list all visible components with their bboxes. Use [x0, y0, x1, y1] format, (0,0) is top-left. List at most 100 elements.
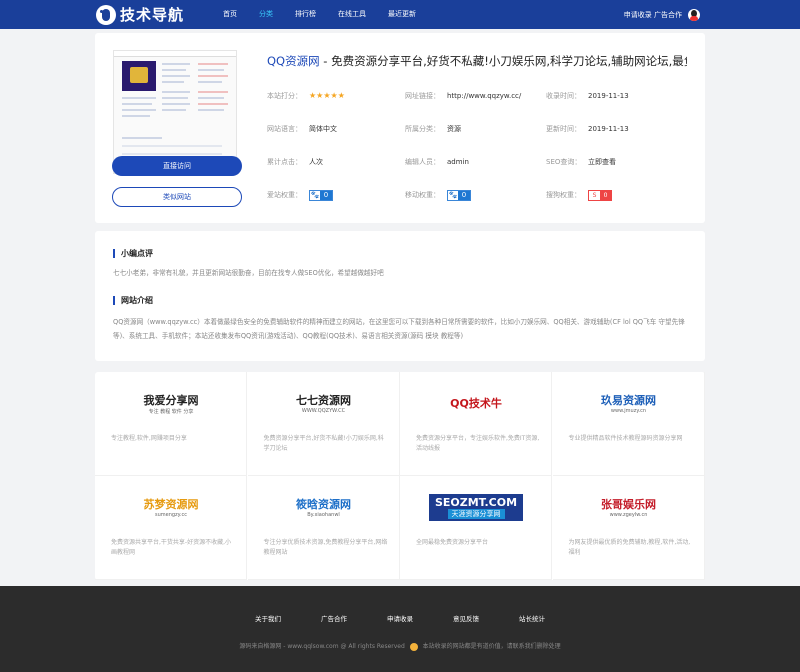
info-label: 网站语言： [267, 125, 302, 133]
related-logo-text: 七七资源网 [296, 394, 351, 407]
info-label: 收录时间： [546, 92, 581, 100]
weight-value: 0 [320, 191, 332, 200]
site-logo[interactable]: 技术导航 [96, 4, 184, 25]
apply-ad-link[interactable]: 申请收录 广告合作 [624, 10, 682, 20]
info-label: 爱站权重： [267, 191, 302, 199]
footer-link-1[interactable]: 广告合作 [321, 613, 347, 623]
related-site-logo: 张哥娱乐网 www.zgeylw.cn [553, 476, 705, 538]
sogou-weight-badge: S0 [588, 189, 612, 201]
main-nav: 首页 分类 排行榜 在线工具 最近更新 [215, 0, 430, 29]
logo-text: 技术导航 [120, 6, 185, 24]
copyright-text: 源码来自格源网 - www.qqlsow.com @ All rights Re… [239, 643, 405, 650]
nav-item-3[interactable]: 在线工具 [330, 0, 374, 29]
related-site-logo: 筱晗资源网 By.xiaohanwl [248, 476, 400, 538]
related-logo-text: 我爱分享网 [143, 393, 199, 407]
info-label: 搜狗权重： [546, 191, 581, 199]
visit-site-button[interactable]: 直接访问 [112, 156, 242, 176]
related-site-desc: 免费资源分享平台,好货不私藏!小刀娱乐网,科学刀论坛 [263, 435, 384, 452]
related-logo-sub: WWW.QQZYW.CC [301, 408, 346, 414]
related-logo-text: 筱晗资源网 [296, 498, 351, 511]
related-site-tile[interactable]: 苏梦资源网 sumengzy.cc 免费资源共享平台,干货共享-好资源不收藏,小… [95, 476, 247, 580]
related-site-tile[interactable]: 我爱分享网 专注 教程 软件 分享 专注教程,软件,网赚项目分享 [95, 372, 247, 476]
site-name[interactable]: QQ资源网 [267, 54, 320, 68]
sogou-icon: S [589, 191, 600, 200]
nav-item-2[interactable]: 排行榜 [287, 0, 324, 29]
site-detail-card: 直接访问 类似网站 QQ资源网 - 免费资源分享平台,好货不私藏!小刀娱乐网,科… [95, 33, 705, 223]
related-site-logo: QQ技术牛 [400, 372, 552, 434]
footer-link-0[interactable]: 关于我们 [255, 613, 281, 623]
footer-link-3[interactable]: 意见反馈 [453, 613, 479, 623]
top-navbar: 技术导航 首页 分类 排行榜 在线工具 最近更新 申请收录 广告合作 [0, 0, 800, 29]
info-label: 移动权重： [405, 191, 440, 199]
related-site-desc: 免费资源分享平台，专注娱乐软件,免费IT资源,活动线报 [416, 435, 540, 452]
related-site-logo: SEOZMT.COM 天涯资源分享网 [400, 476, 552, 538]
related-logo-text: 玖易资源网 [601, 394, 656, 407]
related-site-logo: 苏梦资源网 sumengzy.cc [95, 476, 247, 538]
related-site-desc: 全网最稳免费资源分享平台 [416, 539, 489, 546]
footer-link-4[interactable]: 站长统计 [519, 613, 545, 623]
related-site-logo: 我爱分享网 专注 教程 软件 分享 [95, 372, 247, 434]
editor-review-text: 七七小老弟，非常有礼貌，并且更新网站很勤奋，目前在找专人做SEO优化，希望越做越… [113, 269, 384, 277]
related-site-tile[interactable]: SEOZMT.COM 天涯资源分享网 全网最稳免费资源分享平台 [400, 476, 552, 580]
related-site-tile[interactable]: 张哥娱乐网 www.zgeylw.cn 为网友提供最优质的免费辅助,教程,软件,… [552, 476, 705, 580]
info-label: 本站打分： [267, 92, 302, 100]
info-row: 累计点击： 人次 编辑人员： admin SEO查询： 立即查看 [267, 156, 697, 168]
copyright: 源码来自格源网 - www.qqlsow.com @ All rights Re… [0, 641, 800, 651]
site-intro-title: 网站介绍 [113, 296, 153, 305]
info-value: 简体中文 [309, 125, 337, 133]
related-site-tile[interactable]: 筱晗资源网 By.xiaohanwl 专注分享优质技术资源,免费教程分享平台,网… [247, 476, 400, 580]
site-title: QQ资源网 - 免费资源分享平台,好货不私藏!小刀娱乐网,科学刀论坛,辅助网论坛… [267, 53, 687, 69]
related-sites-grid: 我爱分享网 专注 教程 软件 分享 专注教程,软件,网赚项目分享 七七资源网 W… [95, 372, 705, 580]
info-value: 资源 [447, 125, 461, 133]
weight-badge: 🐾 0 [309, 189, 333, 201]
footer-links: 关于我们 广告合作 申请收录 意见反馈 站长统计 [0, 613, 800, 623]
info-value[interactable]: 立即查看 [588, 156, 616, 168]
info-label: SEO查询： [546, 158, 582, 166]
footer: 关于我们 广告合作 申请收录 意见反馈 站长统计 源码来自格源网 - www.qqlso… [0, 586, 800, 672]
paw-icon: 🐾 [448, 191, 458, 200]
sogou-rank-icon: 0 [600, 191, 611, 200]
related-logo-text: 苏梦资源网 [143, 498, 199, 511]
info-label: 累计点击： [267, 158, 302, 166]
related-logo-sub: www.zgeylw.cn [609, 512, 648, 518]
related-site-desc: 为网友提供最优质的免费辅助,教程,软件,活动,福利 [568, 539, 691, 556]
info-row: 爱站权重： 🐾 0 移动权重： 🐾 0 搜狗权重： S 0 [267, 189, 697, 201]
logo-icon [96, 4, 116, 25]
related-logo-sub: By.xiaohanwl [307, 512, 340, 518]
related-logo-text: 张哥娱乐网 [601, 498, 656, 511]
header-actions: 申请收录 广告合作 [624, 0, 700, 29]
nav-item-4[interactable]: 最近更新 [380, 0, 424, 29]
related-site-tile[interactable]: QQ技术牛 免费资源分享平台，专注娱乐软件,免费IT资源,活动线报 [400, 372, 552, 476]
related-site-desc: 专注分享优质技术资源,免费教程分享平台,网络教程网站 [263, 539, 388, 556]
related-site-logo: 七七资源网 WWW.QQZYW.CC [248, 372, 400, 434]
info-row: 本站打分： ★★★★★ 网址链接： http://www.qqzyw.cc/收录时间：… [267, 90, 697, 102]
info-label: 所属分类： [405, 125, 440, 133]
related-site-tile[interactable]: 七七资源网 WWW.QQZYW.CC 免费资源分享平台,好货不私藏!小刀娱乐网,… [247, 372, 400, 476]
related-logo-text: QQ技术牛 [450, 397, 502, 410]
related-logo-sub: 天涯资源分享网 [447, 508, 505, 519]
site-review-card: 小编点评 七七小老弟，非常有礼貌，并且更新网站很勤奋，目前在找专人做SEO优化，… [95, 231, 705, 361]
related-logo-text: SEOZMT.COM [434, 495, 518, 509]
footer-link-2[interactable]: 申请收录 [387, 613, 413, 623]
info-value: 2019-11-13 [588, 92, 629, 100]
info-label: 更新时间： [546, 125, 581, 133]
weight-badge: 🐾 0 [447, 189, 471, 201]
nav-item-1[interactable]: 分类 [251, 0, 281, 29]
user-avatar-icon[interactable] [688, 8, 700, 21]
smile-icon [409, 642, 418, 651]
related-site-desc: 专业提供精品软件技术教程源码资源分享网 [568, 435, 683, 442]
site-title-desc: - 免费资源分享平台,好货不私藏!小刀娱乐网,科学刀论坛,辅助网论坛,最负责… [319, 54, 687, 68]
info-label: 网址链接： [405, 92, 440, 100]
info-row: 网站语言： 简体中文 所属分类： 资源 更新时间： 2019-11-13 [267, 123, 697, 135]
info-value[interactable]: http://www.qqzyw.cc/ [447, 90, 521, 102]
related-site-desc: 免费资源共享平台,干货共享-好资源不收藏,小画教程网 [111, 539, 231, 556]
related-site-logo: 玖易资源网 www.jmuzy.cn [553, 372, 705, 434]
paw-icon: 🐾 [310, 191, 320, 200]
related-logo-sub: 专注 教程 软件 分享 [148, 408, 194, 415]
related-site-tile[interactable]: 玖易资源网 www.jmuzy.cn 专业提供精品软件技术教程源码资源分享网 [552, 372, 705, 476]
info-value: 人次 [309, 158, 323, 166]
similar-sites-button[interactable]: 类似网站 [112, 187, 242, 207]
nav-item-0[interactable]: 首页 [215, 0, 245, 29]
weight-value: 0 [458, 191, 470, 200]
info-label: 编辑人员： [405, 158, 440, 166]
